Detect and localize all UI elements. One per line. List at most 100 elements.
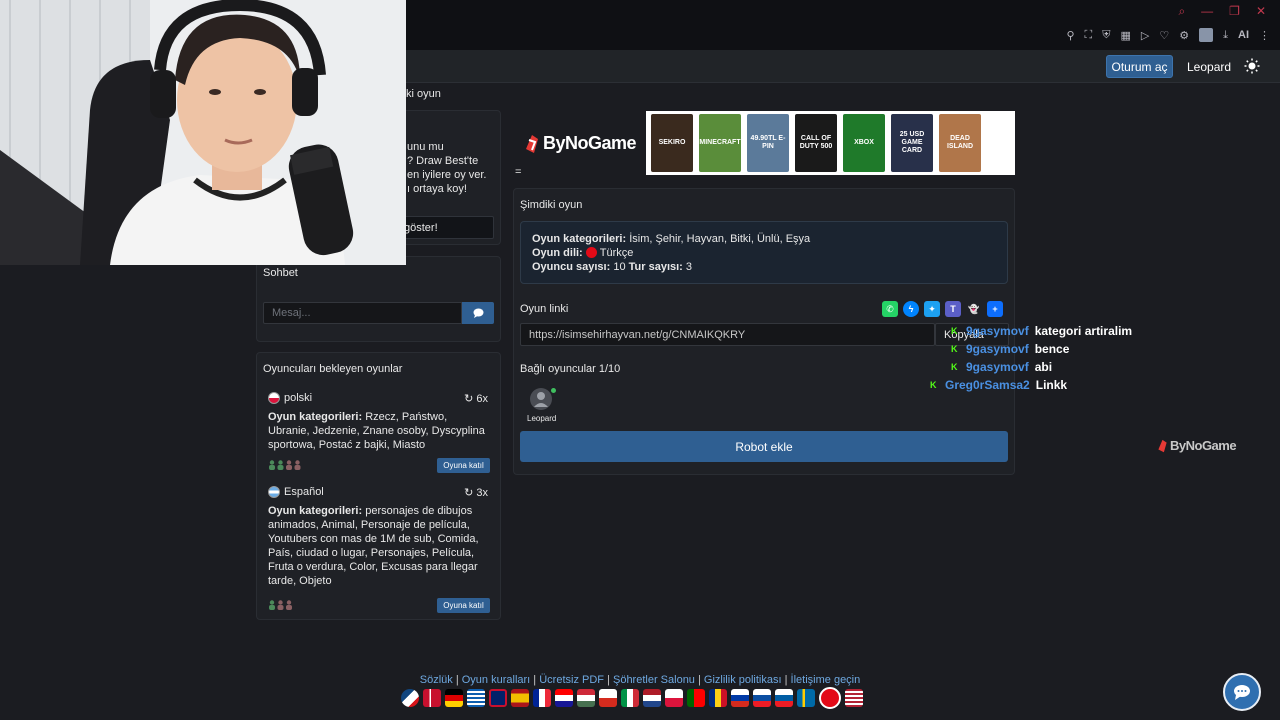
heart-icon[interactable]: ♡ [1159, 29, 1169, 42]
netherlands-flag-icon[interactable] [643, 689, 661, 707]
play-icon[interactable]: ▷ [1141, 29, 1149, 42]
sun-icon[interactable] [1244, 58, 1260, 74]
chat-send-button[interactable] [462, 302, 494, 324]
ad-product-card[interactable]: 49.90TL E-PIN [747, 114, 789, 172]
pin-icon[interactable]: ⚲ [1066, 29, 1074, 42]
waiting-games-panel: Oyuncuları bekleyen oyunlar polski ↻ 6x … [256, 352, 501, 620]
crop-icon[interactable]: ⛶ [1085, 29, 1093, 42]
refresh-icon: ↻ [464, 487, 474, 499]
uk-flag-icon[interactable] [489, 689, 507, 707]
share-buttons: ✆ ϟ ✦ T 👻 + [882, 301, 1003, 317]
germany-flag-icon[interactable] [445, 689, 463, 707]
slovenia-flag-icon[interactable] [775, 689, 793, 707]
spain-flag-icon[interactable] [511, 689, 529, 707]
search-icon[interactable]: ⌕ [1178, 4, 1185, 19]
footer-link-privacy[interactable]: Gizlilik politikası [704, 674, 782, 686]
slovakia-flag-icon[interactable] [753, 689, 771, 707]
messenger-icon[interactable]: ϟ [903, 301, 919, 317]
stream-chat-message: K 9gasymovf bence [951, 342, 1070, 356]
ad-product-card[interactable]: SEKIRO [651, 114, 693, 172]
footer-link-rules[interactable]: Oyun kuralları [462, 674, 530, 686]
player-name: Leopard [527, 414, 557, 423]
download-icon[interactable]: ⤓ [1223, 29, 1228, 42]
croatia-flag-icon[interactable] [555, 689, 573, 707]
support-chat-button[interactable] [1223, 673, 1261, 711]
czech-flag-icon[interactable] [401, 689, 419, 707]
restore-icon[interactable]: ❐ [1229, 4, 1240, 19]
more-icon[interactable]: ⋮ [1259, 29, 1270, 42]
whatsapp-icon[interactable]: ✆ [882, 301, 898, 317]
ad-product-card[interactable]: XBOX [843, 114, 885, 172]
italy-flag-icon[interactable] [621, 689, 639, 707]
hungary-flag-icon[interactable] [577, 689, 595, 707]
chat-bubble-icon [1234, 685, 1250, 700]
window-controls: ⌕ — ❐ ✕ [1178, 4, 1266, 19]
player-slots [268, 600, 294, 610]
footer-links: Sözlük | Oyun kuralları | Ücretsiz PDF |… [419, 674, 861, 686]
current-game-panel: Şimdiki oyun Oyun kategorileri: İsim, Şe… [513, 188, 1015, 475]
promo-text: unu mu ? Draw Best'te en iyilere oy ver.… [407, 141, 487, 195]
ad-product-card[interactable]: DEAD ISLAND [939, 114, 981, 172]
shield-icon[interactable]: ⛨ [1102, 29, 1110, 42]
join-game-button[interactable]: Oyuna katıl [437, 458, 490, 473]
section-title-partial: ki oyun [406, 88, 441, 100]
twitter-icon[interactable]: ✦ [924, 301, 940, 317]
game-language: polski [284, 392, 313, 404]
game-link-input[interactable] [520, 323, 935, 346]
game-repeat-count: ↻ 3x [464, 486, 488, 500]
indonesia-flag-icon[interactable] [599, 689, 617, 707]
promo-button[interactable]: göster! [397, 216, 494, 239]
snapchat-icon[interactable]: 👻 [966, 301, 982, 317]
game-language: Español [284, 486, 324, 498]
greece-flag-icon[interactable] [467, 689, 485, 707]
game-link-label: Oyun linki [520, 303, 569, 315]
kick-icon: K [930, 379, 937, 390]
puzzle-icon[interactable]: ⚙ [1179, 29, 1189, 42]
chat-title: Sohbet [263, 267, 298, 279]
join-game-button[interactable]: Oyuna katıl [437, 598, 490, 613]
denmark-flag-icon[interactable] [423, 689, 441, 707]
footer-link-contact[interactable]: İletişime geçin [791, 674, 861, 686]
argentina-flag-icon [268, 486, 280, 498]
poland-flag-icon[interactable] [665, 689, 683, 707]
game-categories: Oyun kategorileri: Rzecz, Państwo, Ubran… [268, 411, 485, 451]
login-button[interactable]: Oturum aç [1106, 55, 1173, 78]
sweden-flag-icon[interactable] [797, 689, 815, 707]
profile-avatar[interactable] [1199, 28, 1214, 42]
add-robot-button[interactable]: Robot ekle [520, 431, 1008, 462]
ad-separator: = [515, 166, 522, 178]
chat-input[interactable] [263, 302, 462, 324]
usa-flag-icon[interactable] [845, 689, 863, 707]
bynogame-logo[interactable]: ByNoGame [524, 133, 637, 154]
russia-flag-icon[interactable] [731, 689, 749, 707]
streamer-image [0, 0, 406, 265]
footer-link-hall-of-fame[interactable]: Şöhretler Salonu [613, 674, 695, 686]
portugal-flag-icon[interactable] [687, 689, 705, 707]
minimize-icon[interactable]: — [1201, 4, 1213, 19]
player-avatar [530, 388, 552, 410]
footer-link-pdf[interactable]: Ücretsiz PDF [539, 674, 604, 686]
turkey-flag-icon[interactable] [819, 687, 841, 709]
kick-icon: K [951, 325, 958, 336]
ai-button[interactable]: AI [1238, 29, 1249, 41]
footer-link-dictionary[interactable]: Sözlük [420, 674, 453, 686]
grid-icon[interactable]: ▦ [1121, 29, 1131, 42]
teams-icon[interactable]: T [945, 301, 961, 317]
game-language-line: Oyun dili: Türkçe [532, 247, 634, 259]
ad-product-card[interactable]: CALL OF DUTY 500 [795, 114, 837, 172]
kick-icon: K [951, 361, 958, 372]
refresh-icon: ↻ [464, 393, 474, 405]
share-plus-icon[interactable]: + [987, 301, 1003, 317]
ad-product-card[interactable]: MINECRAFT [699, 114, 741, 172]
chat-panel: Sohbet [256, 256, 501, 342]
current-game-title: Şimdiki oyun [520, 199, 583, 211]
close-icon[interactable]: ✕ [1256, 4, 1266, 19]
user-menu[interactable]: Leopard [1187, 60, 1231, 74]
romania-flag-icon[interactable] [709, 689, 727, 707]
ad-products-strip[interactable]: SEKIRO MINECRAFT 49.90TL E-PIN CALL OF D… [646, 111, 1015, 175]
game-counts-line: Oyuncu sayısı: 10 Tur sayısı: 3 [532, 261, 693, 273]
poland-flag-icon [268, 392, 280, 404]
france-flag-icon[interactable] [533, 689, 551, 707]
turkey-flag-icon [585, 247, 597, 258]
ad-product-card[interactable]: 25 USD GAME CARD [891, 114, 933, 172]
